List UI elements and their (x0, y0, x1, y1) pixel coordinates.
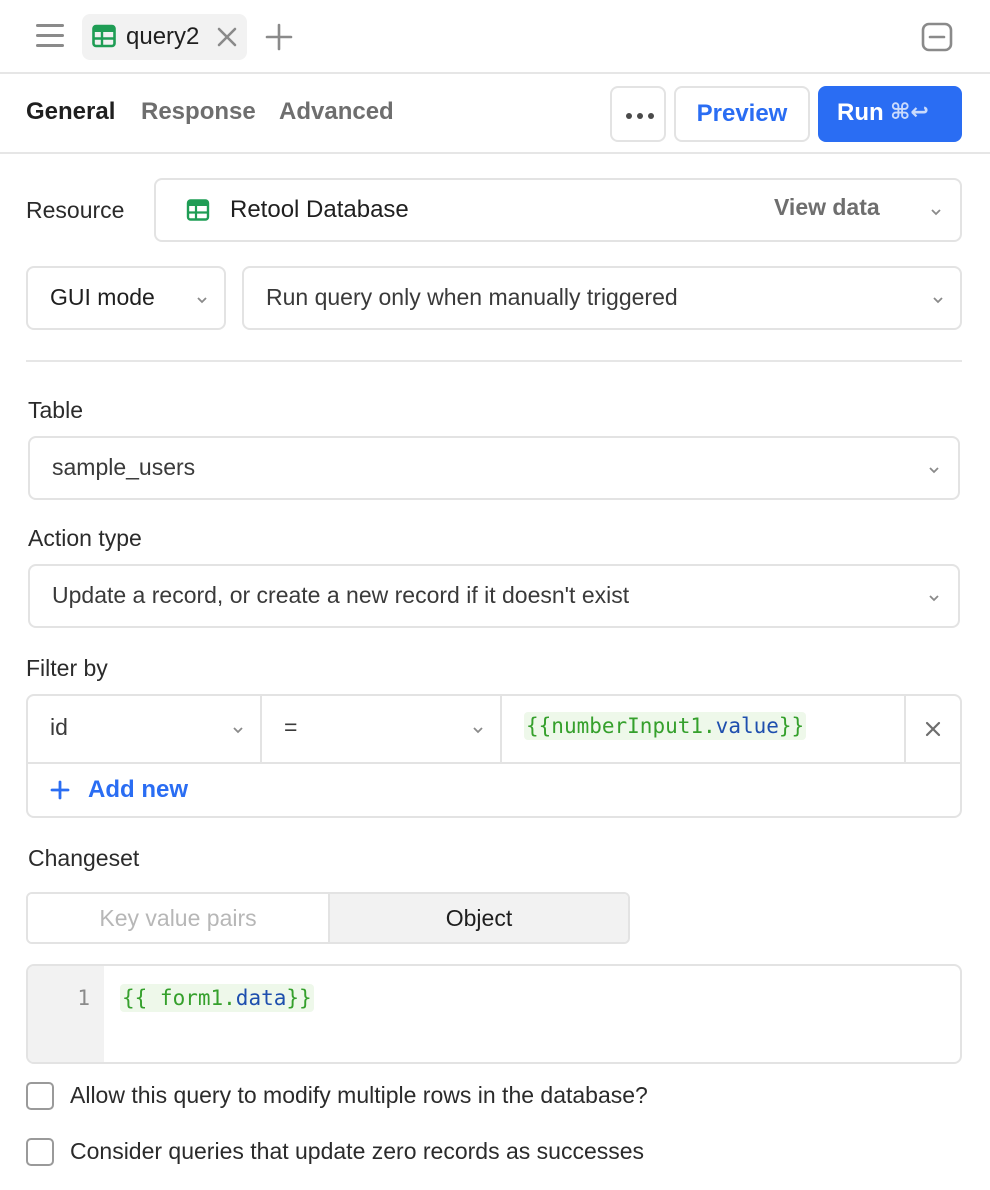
chevron-down-icon (928, 464, 940, 476)
mode-value: GUI mode (50, 284, 155, 310)
chevron-down-icon (472, 724, 484, 736)
close-icon[interactable] (215, 25, 239, 49)
resource-select[interactable]: Retool Database View data (154, 178, 962, 242)
tab-response[interactable]: Response (141, 98, 256, 126)
action-type-select[interactable]: Update a record, or create a new record … (28, 564, 960, 628)
remove-filter-button[interactable] (906, 696, 960, 762)
changeset-code-editor[interactable]: 1 {{ form1.data}} (26, 964, 962, 1064)
multiple-rows-checkbox[interactable] (26, 1082, 54, 1110)
tab-advanced[interactable]: Advanced (279, 98, 394, 126)
query-tab-label: query2 (126, 23, 200, 50)
chevron-down-icon (232, 724, 244, 736)
filter-by-label: Filter by (26, 655, 108, 681)
resource-value: Retool Database (230, 196, 409, 223)
trigger-select[interactable]: Run query only when manually triggered (242, 266, 962, 330)
menu-icon[interactable] (36, 24, 64, 48)
preview-button[interactable]: Preview (674, 86, 810, 142)
table-icon (92, 24, 116, 53)
changeset-option-key-value[interactable]: Key value pairs (28, 894, 328, 942)
run-shortcut: ⌘↩ (890, 100, 929, 125)
editor-gutter: 1 (28, 966, 104, 1062)
filter-box: id = {{numberInput1.value}} Add new (26, 694, 962, 818)
add-filter-label: Add new (88, 776, 188, 803)
zero-records-label: Consider queries that update zero record… (70, 1138, 645, 1164)
close-icon (924, 720, 942, 743)
multiple-rows-label: Allow this query to modify multiple rows… (70, 1082, 648, 1108)
changeset-code: {{ form1.data}} (120, 984, 314, 1012)
table-value: sample_users (52, 454, 196, 480)
chevron-down-icon (196, 294, 208, 306)
action-type-label: Action type (28, 525, 142, 551)
trigger-value: Run query only when manually triggered (266, 284, 678, 310)
section-divider (26, 360, 962, 362)
filter-column-value: id (50, 714, 68, 740)
query-editor-header: General Response Advanced Preview Run ⌘↩ (0, 74, 990, 154)
resource-label: Resource (26, 197, 125, 223)
zero-records-checkbox[interactable] (26, 1138, 54, 1166)
changeset-mode-toggle: Key value pairs Object (26, 892, 630, 944)
chevron-down-icon (930, 206, 942, 218)
table-icon (186, 198, 210, 227)
tab-general[interactable]: General (26, 98, 115, 126)
action-type-value: Update a record, or create a new record … (52, 582, 630, 608)
table-select[interactable]: sample_users (28, 436, 960, 500)
more-options-button[interactable] (610, 86, 666, 142)
run-button[interactable]: Run ⌘↩ (818, 86, 962, 142)
filter-operator-value: = (284, 714, 298, 740)
filter-operator-select[interactable]: = (262, 696, 500, 762)
table-label: Table (28, 397, 83, 423)
query-tab-bar: query2 (0, 0, 990, 74)
changeset-option-object[interactable]: Object (328, 894, 628, 942)
filter-column-select[interactable]: id (28, 696, 260, 762)
chevron-down-icon (932, 294, 944, 306)
more-icon (626, 113, 632, 119)
run-button-label: Run (837, 99, 884, 126)
line-number: 1 (77, 986, 90, 1010)
changeset-label: Changeset (28, 845, 140, 871)
query-tab[interactable]: query2 (82, 14, 247, 60)
chevron-down-icon (928, 592, 940, 604)
add-tab-icon[interactable] (264, 22, 294, 52)
minimize-icon[interactable] (921, 22, 953, 52)
filter-value-input[interactable]: {{numberInput1.value}} (502, 696, 902, 762)
plus-icon (50, 779, 70, 807)
view-data-link[interactable]: View data (774, 194, 880, 221)
filter-value-code: {{numberInput1.value}} (524, 712, 807, 740)
mode-select[interactable]: GUI mode (26, 266, 226, 330)
